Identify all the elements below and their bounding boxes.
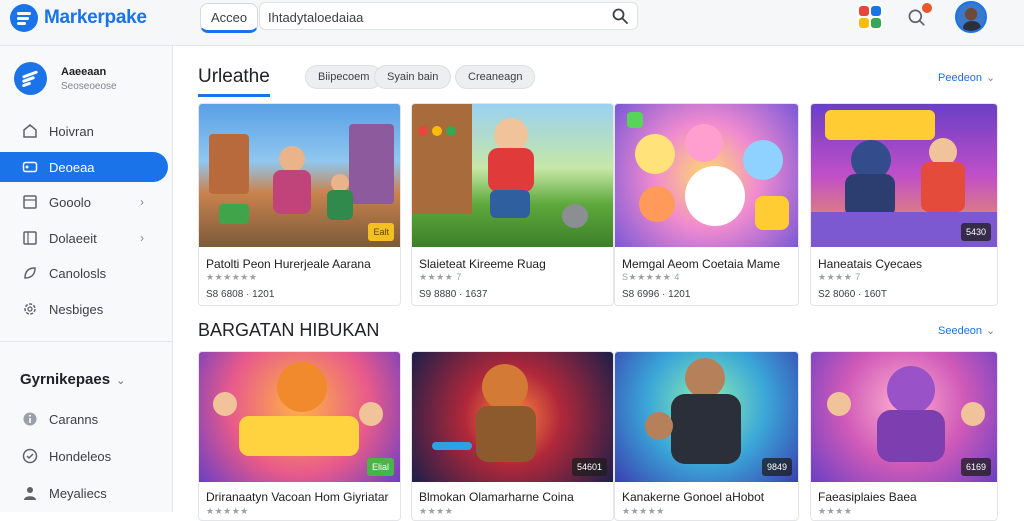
search-input[interactable] [268, 7, 598, 27]
status-badge: 9849 [761, 458, 792, 476]
filter-chip[interactable]: Biipecoem [305, 65, 383, 89]
search-bar [259, 2, 638, 30]
account-name: Aaeeaan [61, 65, 107, 78]
game-price: S9 8880 · 1637 [419, 289, 488, 300]
sidebar-item-games[interactable]: Deoeaa [0, 152, 168, 182]
info-icon [23, 412, 37, 426]
sidebar-item-label: Caranns [49, 412, 99, 427]
sidebar-item-label: Meyaliecs [49, 486, 107, 501]
leaf-icon [24, 267, 36, 279]
game-card[interactable]: Slaieteat Kireeme Ruag ★★★★ 7 S9 8880 · … [411, 103, 614, 306]
status-badge: 6169 [960, 458, 991, 476]
rating-stars: ★★★★ 7 [419, 272, 462, 282]
sidebar-item-label: Dolaeeit [49, 231, 97, 246]
chevron-right-icon: › [140, 231, 144, 245]
sidebar-item-cart[interactable]: Caranns [0, 404, 168, 434]
section-title: Urleathe [198, 66, 270, 97]
game-title: Blmokan Olamarharne Coina [419, 490, 574, 504]
game-title: Slaieteat Kireeme Ruag [419, 257, 546, 271]
see-more-link[interactable]: Seedeon ⌄ [938, 324, 995, 337]
status-badge: Ealt [368, 223, 394, 241]
see-more-link[interactable]: Peedeon ⌄ [938, 71, 995, 84]
brand[interactable]: Markerpake [10, 4, 147, 32]
see-more-label: Peedeon [938, 72, 983, 84]
tab-apps[interactable]: Acceo [200, 3, 259, 33]
tag-icon [22, 448, 38, 464]
game-title: Memgal Aeom Coetaia Mame [622, 257, 781, 271]
status-badge: Elial [366, 458, 394, 476]
game-price: S8 6996 · 1201 [622, 289, 691, 300]
game-thumbnail [615, 104, 798, 247]
brand-name: Markerpake [44, 7, 147, 28]
filter-chip[interactable]: Creaneagn [455, 65, 536, 89]
status-badge: 5430 [960, 223, 991, 241]
game-card[interactable]: Ealt Patolti Peon Hurerjeale Aarana ★★★★… [198, 103, 401, 306]
sidebar-item-family[interactable]: Meyaliecs [0, 478, 168, 508]
apps-icon [23, 195, 37, 209]
chevron-down-icon: ⌄ [986, 325, 996, 337]
book-icon [23, 231, 37, 245]
sidebar-item-books[interactable]: Dolaeeit › [0, 223, 168, 253]
sidebar-item-home[interactable]: Hoivran [0, 116, 168, 146]
brand-logo-icon [10, 4, 38, 32]
chevron-right-icon: › [140, 195, 144, 209]
see-more-label: Seedeon [938, 325, 983, 337]
sidebar-item-label: Canolosls [49, 266, 107, 281]
chevron-down-icon: ⌄ [116, 375, 126, 387]
rating-stars: ★★★★★★ [206, 272, 258, 282]
game-price: S2 8060 · 160T [818, 289, 887, 300]
account-logo-icon [14, 62, 47, 95]
sidebar-item-categories[interactable]: Canolosls [0, 258, 168, 288]
people-icon [24, 487, 36, 500]
search-icon[interactable] [611, 7, 629, 25]
game-thumbnail [412, 104, 613, 247]
gamepad-icon [22, 161, 38, 173]
section-title: BARGATAN HIBUKAN [198, 320, 380, 340]
game-card[interactable]: 54601 Blmokan Olamarharne Coina ★★★★ [411, 351, 614, 521]
game-title: Kanakerne Gonoel aHobot [622, 490, 765, 504]
sidebar-item-apps[interactable]: Gooolo › [0, 187, 168, 217]
game-price: S8 6808 · 1201 [206, 289, 275, 300]
game-title: Faeasiplaies Baea [818, 490, 917, 504]
top-bar: Markerpake Acceo [0, 0, 1024, 46]
account-subtitle: Seoseoeose [61, 80, 117, 92]
game-card[interactable]: Elial Driranaatyn Vacoan Hom Giyriatar ★… [198, 351, 401, 521]
rating-stars: S★★★★★ 4 [622, 272, 680, 282]
game-title: Patolti Peon Hurerjeale Aarana [206, 257, 371, 271]
game-card[interactable]: 9849 Kanakerne Gonoel aHobot ★★★★★ [614, 351, 799, 521]
sidebar: Aaeeaan Seoseoeose Hoivran Deoeaa Gooolo… [0, 46, 173, 512]
main-content: Urleathe Biipecoem Syain bain Creaneagn … [174, 46, 1024, 521]
game-card[interactable]: 6169 Faeasiplaies Baea ★★★★ [810, 351, 998, 521]
filter-chip[interactable]: Syain bain [374, 65, 452, 89]
game-card[interactable]: 5430 Haneatais Cyecaes ★★★★ 7 S2 8060 · … [810, 103, 998, 306]
game-card[interactable]: Memgal Aeom Coetaia Mame S★★★★★ 4 S8 699… [614, 103, 799, 306]
gear-icon [24, 303, 36, 315]
home-icon [23, 124, 37, 138]
sidebar-item-settings[interactable]: Nesbiges [0, 294, 168, 324]
sidebar-item-label: Hondeleos [49, 449, 112, 464]
sidebar-item-deals[interactable]: Hondeleos [0, 441, 168, 471]
status-badge: 54601 [571, 458, 607, 476]
games-library-icon[interactable] [857, 4, 883, 30]
avatar[interactable] [955, 1, 987, 33]
sidebar-item-label: Nesbiges [49, 302, 104, 317]
sidebar-item-label: Gooolo [49, 195, 91, 210]
sidebar-item-label: Hoivran [49, 124, 94, 139]
chevron-down-icon: ⌄ [986, 72, 996, 84]
notification-badge [922, 3, 932, 13]
sidebar-divider [0, 341, 173, 342]
account-card[interactable]: Aaeeaan Seoseoeose [14, 62, 117, 95]
game-title: Haneatais Cyecaes [818, 257, 923, 271]
game-title: Driranaatyn Vacoan Hom Giyriatar [206, 490, 389, 504]
sidebar-section-heading[interactable]: Gyrnikepaes ⌄ [20, 371, 125, 388]
rating-stars: ★★★★ 7 [818, 272, 861, 282]
sidebar-section-title: Gyrnikepaes [20, 371, 111, 388]
sidebar-item-label: Deoeaa [49, 160, 95, 175]
